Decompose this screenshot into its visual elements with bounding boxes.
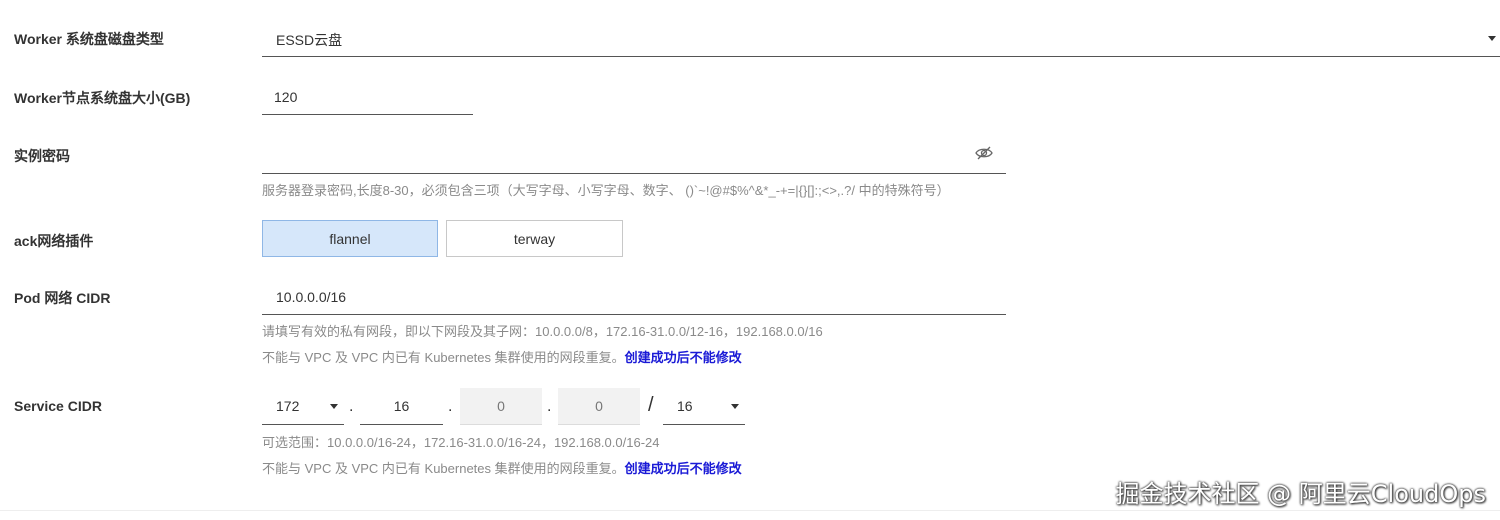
caret-down-icon [1488, 36, 1496, 41]
instance-password-label: 实例密码 [14, 148, 70, 164]
worker-disk-size-label: Worker节点系统盘大小(GB) [14, 90, 191, 106]
network-plugin-label: ack网络插件 [14, 233, 94, 249]
pod-cidr-value: 10.0.0.0/16 [276, 289, 347, 305]
service-cidr-octet4-input: 0 [558, 388, 640, 425]
pod-cidr-help-warning: 不能与 VPC 及 VPC 内已有 Kubernetes 集群使用的网段重复。创… [262, 347, 742, 366]
service-cidr-help-warning-text: 不能与 VPC 及 VPC 内已有 Kubernetes 集群使用的网段重复。 [262, 461, 625, 476]
service-cidr-help-warning: 不能与 VPC 及 VPC 内已有 Kubernetes 集群使用的网段重复。创… [262, 458, 742, 477]
watermark: 掘金技术社区 @ 阿里云CloudOps [1115, 480, 1486, 508]
pod-cidr-help-warning-text: 不能与 VPC 及 VPC 内已有 Kubernetes 集群使用的网段重复。 [262, 350, 625, 365]
instance-password-help: 服务器登录密码,长度8-30，必须包含三项（大写字母、小写字母、数字、 ()`~… [262, 183, 950, 198]
network-plugin-flannel-button[interactable]: flannel [262, 220, 438, 257]
service-cidr-label: Service CIDR [14, 398, 102, 414]
service-cidr-octet1-value: 172 [276, 398, 300, 414]
worker-disk-type-label: Worker 系统盘磁盘类型 [14, 31, 164, 47]
service-cidr-octet2-value: 16 [393, 398, 410, 414]
instance-password-input[interactable] [262, 134, 1006, 174]
pod-cidr-help-ranges: 请填写有效的私有网段，即以下网段及其子网：10.0.0.0/8，172.16-3… [262, 324, 823, 339]
caret-down-icon [330, 404, 338, 409]
pod-cidr-input[interactable]: 10.0.0.0/16 [262, 276, 1006, 315]
network-plugin-terway-button[interactable]: terway [446, 220, 623, 257]
service-cidr-octet3-value: 0 [497, 398, 505, 414]
service-cidr-mask-value: 16 [677, 398, 693, 414]
service-cidr-octet3-input: 0 [460, 388, 542, 425]
pod-cidr-help-warning-strong: 创建成功后不能修改 [624, 350, 742, 365]
service-cidr-octet4-value: 0 [595, 398, 603, 414]
service-cidr-octet2-input[interactable]: 16 [360, 388, 443, 425]
service-cidr-help-ranges: 可选范围：10.0.0.0/16-24，172.16-31.0.0/16-24，… [262, 435, 660, 450]
worker-disk-size-value: 120 [274, 89, 298, 105]
caret-down-icon [731, 404, 739, 409]
service-cidr-help-warning-strong: 创建成功后不能修改 [624, 461, 742, 476]
service-cidr-dot-2: . [448, 398, 453, 415]
service-cidr-slash: / [648, 394, 654, 416]
service-cidr-mask-select[interactable]: 16 [663, 388, 745, 425]
service-cidr-octet1-select[interactable]: 172 [262, 388, 344, 425]
pod-cidr-label: Pod 网络 CIDR [14, 290, 111, 306]
worker-disk-type-value: ESSD云盘 [276, 32, 343, 48]
service-cidr-dot-3: . [547, 398, 552, 415]
bottom-divider [0, 510, 1500, 511]
eye-off-icon[interactable] [975, 146, 993, 160]
worker-disk-size-input[interactable]: 120 [262, 76, 473, 115]
service-cidr-dot-1: . [349, 398, 354, 415]
worker-disk-type-select[interactable]: ESSD云盘 [262, 18, 1500, 57]
